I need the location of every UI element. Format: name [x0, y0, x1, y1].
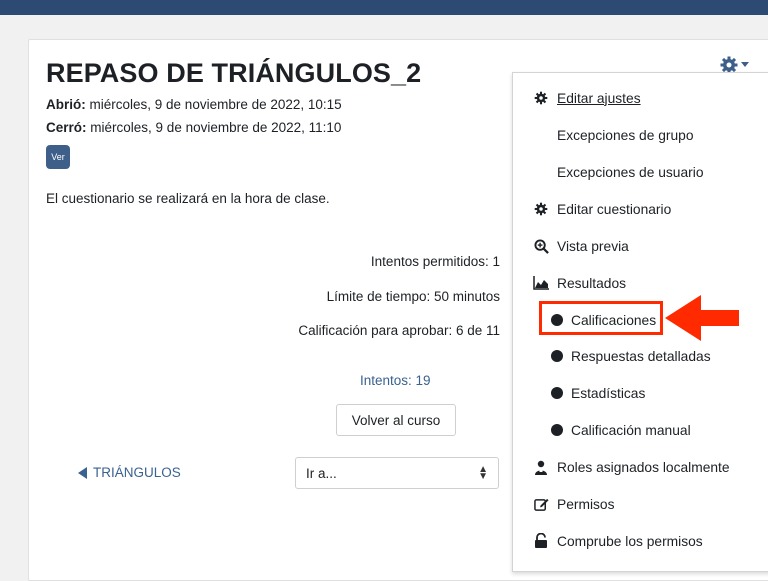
ver-button[interactable]: Ver — [46, 145, 70, 169]
select-arrows-icon: ▲ ▼ — [478, 464, 488, 482]
time-limit: Límite de tiempo: 50 minutos — [326, 289, 500, 304]
gear-icon — [533, 201, 549, 217]
closed-date: Cerró: miércoles, 9 de noviembre de 2022… — [46, 120, 341, 135]
menu-item-label: Vista previa — [557, 238, 629, 254]
unlock-icon — [533, 533, 549, 549]
jump-to-select[interactable]: Ir a... ▲ ▼ — [295, 457, 499, 489]
menu-item-detailed-responses[interactable]: Respuestas detalladas — [513, 344, 768, 368]
menu-item-user-overrides[interactable]: Excepciones de usuario — [513, 160, 768, 184]
previous-activity-link[interactable]: TRIÁNGULOS — [78, 465, 181, 480]
menu-item-label: Respuestas detalladas — [571, 348, 711, 364]
menu-item-label: Editar ajustes — [557, 90, 641, 106]
annotation-highlight-box — [539, 301, 663, 335]
magnifier-icon — [533, 238, 549, 254]
caret-down-icon — [741, 62, 749, 67]
pencil-square-icon — [533, 496, 549, 512]
closed-label: Cerró: — [46, 120, 87, 135]
attempts-link[interactable]: Intentos: 19 — [360, 373, 431, 388]
menu-item-label: Editar cuestionario — [557, 201, 672, 217]
menu-item-label: Excepciones de grupo — [557, 127, 694, 143]
menu-item-manual-grading[interactable]: Calificación manual — [513, 418, 768, 442]
pass-grade: Calificación para aprobar: 6 de 11 — [298, 323, 500, 338]
triangle-left-icon — [78, 466, 87, 479]
menu-item-preview[interactable]: Vista previa — [513, 234, 768, 258]
user-icon — [533, 459, 549, 475]
menu-item-label: Permisos — [557, 496, 615, 512]
annotation-arrow-icon — [665, 295, 739, 341]
menu-item-edit-quiz[interactable]: Editar cuestionario — [513, 197, 768, 221]
opened-value: miércoles, 9 de noviembre de 2022, 10:15 — [89, 97, 342, 112]
menu-item-label: Calificación manual — [571, 422, 691, 438]
bullet-icon — [549, 385, 565, 401]
top-navbar — [0, 0, 768, 15]
menu-item-label: Estadísticas — [571, 385, 646, 401]
jump-to-value: Ir a... — [306, 465, 337, 481]
bullet-icon — [549, 422, 565, 438]
bullet-icon — [549, 348, 565, 364]
gear-icon — [533, 90, 549, 106]
menu-item-label: Roles asignados localmente — [557, 459, 730, 475]
opened-label: Abrió: — [46, 97, 86, 112]
menu-item-permissions[interactable]: Permisos — [513, 492, 768, 516]
menu-item-check-permissions[interactable]: Comprube los permisos — [513, 529, 768, 553]
menu-item-label: Comprube los permisos — [557, 533, 703, 549]
menu-item-edit-settings[interactable]: Editar ajustes — [513, 86, 768, 110]
menu-item-group-overrides[interactable]: Excepciones de grupo — [513, 123, 768, 147]
menu-item-label: Resultados — [557, 275, 627, 291]
page-title: REPASO DE TRIÁNGULOS_2 — [46, 58, 422, 88]
menu-item-local-roles[interactable]: Roles asignados localmente — [513, 455, 768, 479]
menu-item-label: Excepciones de usuario — [557, 164, 704, 180]
closed-value: miércoles, 9 de noviembre de 2022, 11:10 — [90, 120, 342, 135]
opened-date: Abrió: miércoles, 9 de noviembre de 2022… — [46, 97, 342, 112]
menu-item-statistics[interactable]: Estadísticas — [513, 381, 768, 405]
attempts-allowed: Intentos permitidos: 1 — [370, 254, 500, 269]
back-to-course-button[interactable]: Volver al curso — [336, 404, 456, 436]
previous-activity-label: TRIÁNGULOS — [93, 465, 181, 480]
area-chart-icon — [533, 275, 549, 291]
quiz-description: El cuestionario se realizará en la hora … — [46, 191, 330, 206]
